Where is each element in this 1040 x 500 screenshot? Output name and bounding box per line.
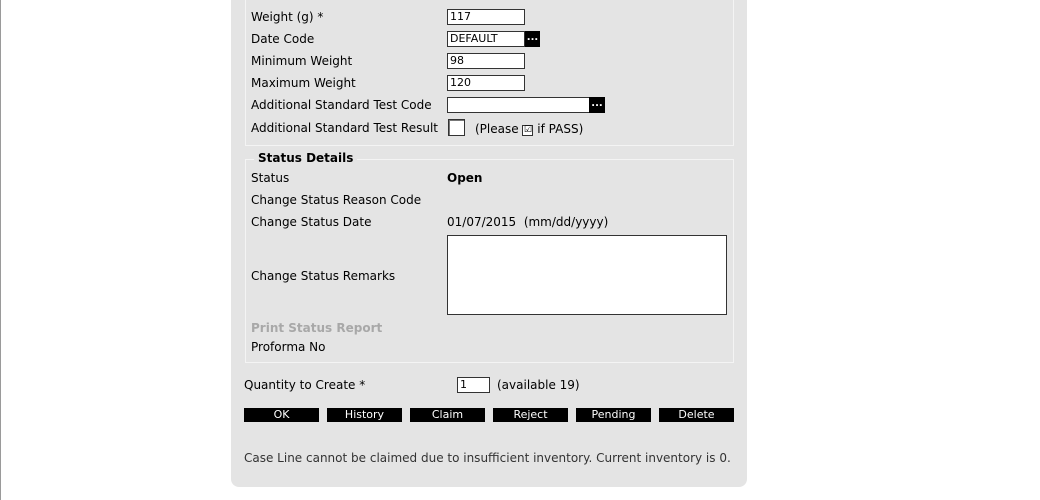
delete-button[interactable]: Delete [659,408,734,422]
status-details-fieldset: Status Details Status Open Change Status… [245,151,734,363]
max-weight-input[interactable]: 120 [447,75,525,91]
min-weight-label: Minimum Weight [251,54,353,68]
status-label: Status [251,171,290,185]
min-weight-input[interactable]: 98 [447,53,525,69]
addl-test-result-hint: (Please ☑ if PASS) [475,122,583,136]
left-window-border [0,0,1,500]
inventory-message: Case Line cannot be claimed due to insuf… [244,451,731,465]
addl-test-code-input[interactable] [447,97,590,113]
ok-button[interactable]: OK [244,408,319,422]
addl-test-code-label: Additional Standard Test Code [251,98,432,112]
claim-button[interactable]: Claim [410,408,485,422]
print-status-report-link[interactable]: Print Status Report [251,321,382,335]
date-code-label: Date Code [251,32,315,46]
status-date-value: 01/07/2015 (mm/dd/yyyy) [447,215,608,229]
product-details-fieldset: Weight (g) * 117 Date Code DEFAULT ... M… [245,0,734,146]
hint-check-icon: ☑ [522,125,534,136]
addl-test-result-checkbox[interactable] [448,119,465,136]
quantity-input[interactable]: 1 [457,377,490,393]
status-details-legend: Status Details [254,151,358,165]
weight-input[interactable]: 117 [447,9,525,25]
max-weight-label: Maximum Weight [251,76,356,90]
proforma-label: Proforma No [251,340,326,354]
remarks-label: Change Status Remarks [251,269,396,283]
weight-label: Weight (g) * [251,10,324,24]
quantity-available: (available 19) [497,378,580,392]
date-code-input[interactable]: DEFAULT [447,31,525,47]
status-date-format: (mm/dd/yyyy) [523,215,609,229]
status-value: Open [447,171,483,185]
status-date-label: Change Status Date [251,215,372,229]
date-code-picker-button[interactable]: ... [525,31,540,47]
history-button[interactable]: History [327,408,402,422]
hint-suffix: if PASS) [537,122,584,136]
status-date-text: 01/07/2015 [447,215,517,229]
quantity-label: Quantity to Create * [244,378,366,392]
reason-code-label: Change Status Reason Code [251,193,422,207]
hint-prefix: (Please [475,122,519,136]
addl-test-code-picker-button[interactable]: ... [589,97,605,113]
case-line-form-panel: Weight (g) * 117 Date Code DEFAULT ... M… [231,0,747,487]
pending-button[interactable]: Pending [576,408,651,422]
addl-test-result-label: Additional Standard Test Result [251,121,438,135]
remarks-textarea[interactable] [447,235,727,315]
reject-button[interactable]: Reject [493,408,568,422]
